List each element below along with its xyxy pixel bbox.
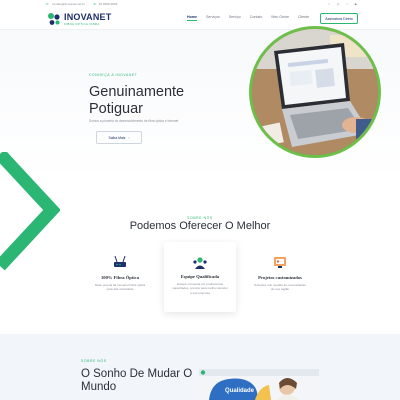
router-icon bbox=[114, 255, 126, 267]
decorative-chevron bbox=[0, 152, 60, 271]
hero-laptop-image bbox=[249, 26, 381, 158]
youtube-icon[interactable]: ▶ bbox=[354, 2, 358, 6]
main-nav: Home Serviços Serviço Contato Meu Onine … bbox=[187, 15, 318, 21]
logo-brand: INOVANET bbox=[64, 12, 112, 22]
nav-item-home[interactable]: Home bbox=[187, 15, 197, 21]
nav-item-meu-online[interactable]: Meu Onine bbox=[271, 15, 289, 19]
service-card-title: 100% Fibra Óptica bbox=[100, 275, 140, 280]
hero-eyebrow: CONHEÇA A INOVANET bbox=[89, 73, 138, 77]
video-thumbnail bbox=[199, 369, 319, 400]
nav-item-cliente[interactable]: Cliente bbox=[298, 15, 309, 19]
header-cta-button[interactable]: Assinatura Direto bbox=[320, 13, 358, 24]
arrow-right-icon: › bbox=[128, 135, 130, 140]
topbar-phone-text: 84 9999-9999 bbox=[98, 2, 118, 6]
social-links: f ◎ t ▶ bbox=[322, 2, 358, 6]
service-card-text: Rede própria da Inovanet Fibra óptica pa… bbox=[94, 283, 146, 292]
about-eyebrow: SOBRE NÓS bbox=[81, 359, 107, 363]
nav-item-contato[interactable]: Contato bbox=[250, 15, 263, 19]
logo-tagline: FIBRA OPTICA FIBRA bbox=[64, 22, 100, 26]
service-card-fibra[interactable]: 100% Fibra Óptica Rede própria da Inovan… bbox=[84, 247, 156, 313]
hero-learn-more-button[interactable]: Saiba Mais › bbox=[96, 131, 142, 144]
logo-mark-icon bbox=[48, 13, 60, 25]
services-title: Podemos Oferecer O Melhor bbox=[129, 220, 271, 232]
about-video-player[interactable]: Qualidade bbox=[199, 369, 319, 400]
topbar-email[interactable]: ✉ contato@inovanet.net.br bbox=[46, 2, 85, 6]
service-card-projetos[interactable]: Projetos customizados Soluções sob medid… bbox=[244, 247, 316, 313]
video-caption: Qualidade bbox=[225, 388, 255, 394]
service-card-title: Projetos customizados bbox=[258, 275, 302, 280]
topbar-email-text: contato@inovanet.net.br bbox=[52, 2, 85, 6]
hero-title: Genuinamente Potiguar bbox=[89, 84, 185, 117]
laptop-photo bbox=[252, 29, 378, 155]
facebook-icon[interactable]: f bbox=[327, 2, 331, 6]
logo[interactable]: INOVANET FIBRA OPTICA FIBRA bbox=[46, 9, 116, 29]
service-card-text: Equipe composta por profissionais capaci… bbox=[172, 282, 228, 295]
service-card-text: Soluções sob medida às necessidades de s… bbox=[254, 283, 306, 292]
mail-icon: ✉ bbox=[46, 1, 49, 6]
nav-item-servico[interactable]: Serviço bbox=[229, 15, 241, 19]
site-header: INOVANET FIBRA OPTICA FIBRA Home Serviço… bbox=[0, 8, 400, 30]
instagram-icon[interactable]: ◎ bbox=[336, 2, 340, 6]
project-icon bbox=[274, 257, 286, 268]
service-card-title: Equipe Qualificada bbox=[180, 274, 220, 279]
team-icon bbox=[193, 257, 207, 269]
phone-icon: ☏ bbox=[92, 1, 97, 6]
nav-item-servicos[interactable]: Serviços bbox=[206, 15, 220, 19]
hero-subtitle: Somos a pioneira no desenvolvimento de f… bbox=[89, 119, 179, 123]
service-card-equipe[interactable]: Equipe Qualificada Equipe composta por p… bbox=[164, 242, 236, 312]
hero-button-label: Saiba Mais bbox=[108, 135, 126, 140]
top-bar: ✉ contato@inovanet.net.br ☏ 84 9999-9999… bbox=[0, 0, 400, 8]
twitter-icon[interactable]: t bbox=[345, 2, 349, 6]
page: ✉ contato@inovanet.net.br ☏ 84 9999-9999… bbox=[0, 0, 400, 400]
about-title: O Sonho De Mudar O Mundo bbox=[81, 368, 193, 393]
topbar-phone[interactable]: ☏ 84 9999-9999 bbox=[93, 2, 118, 6]
